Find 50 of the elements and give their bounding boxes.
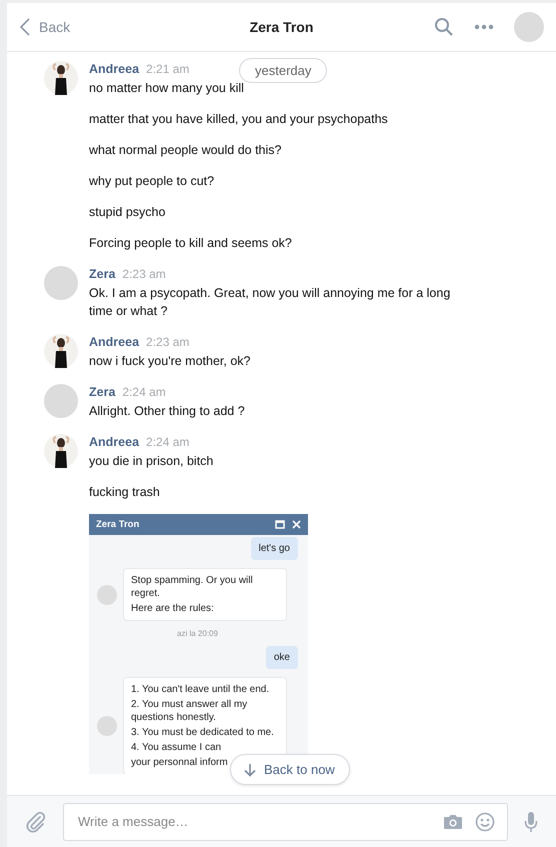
message-text: Ok. I am a psycopath. Great, now you will annoying me for a long time or what ? — [89, 285, 452, 320]
message-text: matter that you have killed, you and your psychopaths — [89, 111, 389, 128]
camera-icon[interactable] — [443, 814, 463, 830]
author-name: Zera — [89, 267, 116, 281]
received-bubble: Stop spamming. Or you will regret. Here are the rules: — [123, 568, 287, 621]
screenshot-attachment[interactable] — [89, 514, 308, 774]
author-name: Andreea — [89, 335, 140, 349]
author-name: Andreea — [89, 435, 140, 449]
avatar — [44, 384, 78, 418]
search-icon[interactable] — [434, 17, 454, 37]
avatar — [44, 334, 78, 368]
message-text: no matter how many you kill — [89, 80, 245, 97]
message-time: 2:24 am — [146, 435, 190, 449]
message-text: stupid psycho — [89, 204, 166, 221]
emoji-icon[interactable] — [475, 812, 495, 832]
message-text: why put people to cut? — [89, 173, 216, 190]
sent-bubble: oke — [266, 646, 298, 669]
message-text: fucking trash — [89, 484, 161, 501]
paperclip-icon[interactable] — [25, 810, 47, 832]
avatar — [44, 434, 78, 468]
avatar — [44, 266, 78, 300]
back-button[interactable]: Back — [20, 18, 70, 36]
message-text: you die in prison, bitch — [89, 453, 214, 470]
chat-title: Zera Tron — [250, 19, 314, 35]
avatar — [97, 716, 117, 736]
close-icon[interactable] — [292, 520, 301, 529]
avatar — [44, 61, 78, 95]
composer-field[interactable]: Write a message… — [63, 802, 508, 840]
message-text: now i fuck you're mother, ok? — [89, 353, 252, 370]
maximize-icon[interactable] — [275, 520, 285, 529]
arrow-down-icon — [244, 762, 256, 776]
message-input[interactable]: Write a message… — [76, 813, 431, 830]
chevron-left-icon — [20, 18, 30, 36]
window-title: Zera Tron — [96, 519, 140, 530]
message-time: 2:24 am — [122, 385, 166, 399]
author-name: Zera — [89, 385, 116, 399]
author-name: Andreea — [89, 62, 140, 76]
microphone-icon[interactable] — [524, 810, 538, 832]
message-time: 2:23 am — [146, 335, 190, 349]
message-time: 2:23 am — [122, 267, 166, 281]
back-to-now-button[interactable]: Back to now — [230, 754, 350, 785]
avatar — [97, 584, 117, 604]
timestamp: azi la 20:09 — [177, 629, 218, 638]
message-text: Allright. Other thing to add ? — [89, 403, 246, 420]
message-text: Forcing people to kill and seems ok? — [89, 235, 293, 252]
more-icon[interactable] — [474, 24, 494, 30]
date-pill: yesterday — [239, 58, 328, 83]
message-time: 2:21 am — [146, 62, 190, 76]
message-text: what normal people would do this? — [89, 142, 282, 159]
sent-bubble: let's go — [250, 537, 298, 560]
